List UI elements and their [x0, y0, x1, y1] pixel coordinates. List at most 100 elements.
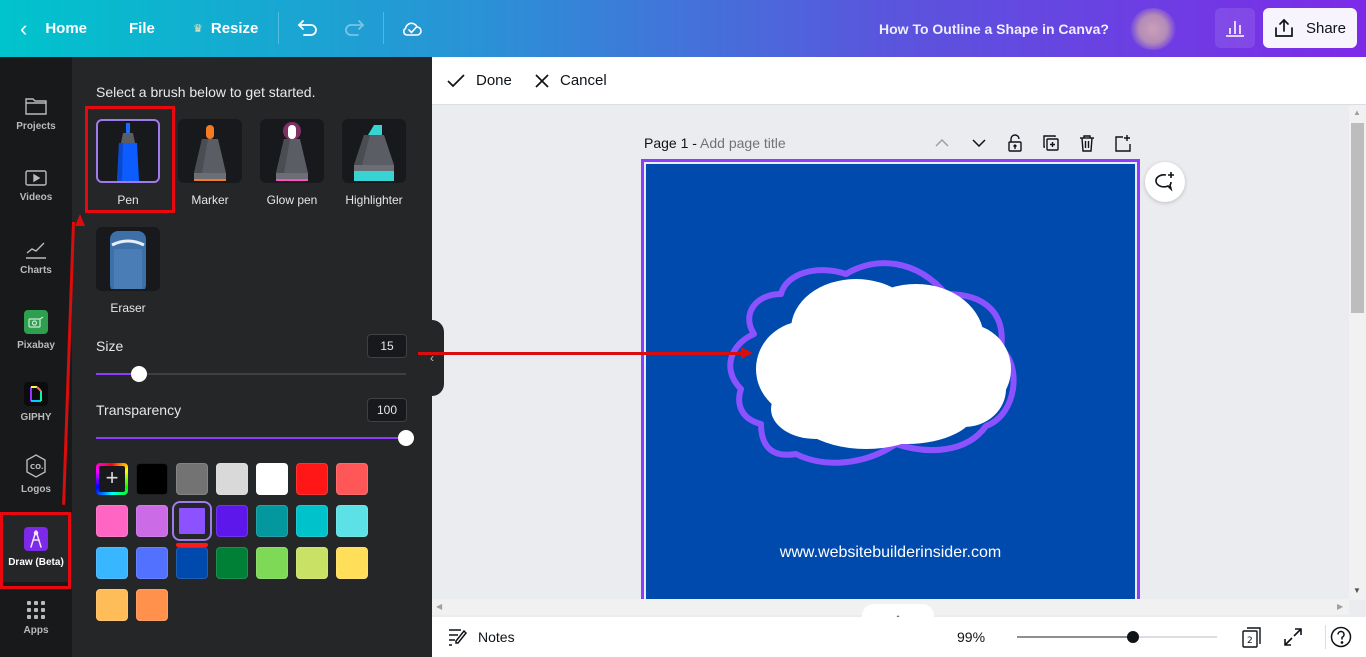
insights-icon [1226, 21, 1244, 37]
color-swatch[interactable] [296, 547, 328, 579]
scrollbar-thumb[interactable] [1351, 123, 1364, 313]
slider-thumb[interactable] [1127, 631, 1139, 643]
color-swatch[interactable] [176, 463, 208, 495]
cloud-drawing[interactable] [646, 164, 1140, 604]
color-swatch[interactable] [336, 505, 368, 537]
page-grid-button[interactable]: 2 [1240, 625, 1264, 649]
color-swatch[interactable] [336, 547, 368, 579]
color-swatch[interactable] [136, 589, 168, 621]
arrowhead-right [741, 347, 753, 359]
pen-icon [96, 119, 160, 183]
rail-item-projects[interactable]: Projects [0, 79, 72, 149]
scroll-left-arrow[interactable]: ◀ [436, 602, 442, 611]
design-page[interactable]: www.websitebuilderinsider.com [641, 159, 1140, 604]
brush-pen[interactable]: Pen [96, 119, 160, 207]
divider [383, 12, 384, 44]
add-comment-button[interactable] [1145, 162, 1185, 202]
rail-item-giphy[interactable]: GIPHY [0, 367, 72, 437]
transparency-value-input[interactable]: 100 [367, 398, 407, 422]
rail-item-draw[interactable]: Draw (Beta) [0, 512, 72, 582]
slider-thumb[interactable] [398, 430, 414, 446]
page-url-text[interactable]: www.websitebuilderinsider.com [646, 544, 1135, 562]
move-page-up-button[interactable] [932, 133, 952, 153]
zoom-percentage[interactable]: 99% [957, 617, 985, 657]
color-swatch[interactable] [216, 463, 248, 495]
size-slider[interactable] [96, 366, 406, 382]
arrowhead-up [75, 214, 85, 226]
cancel-button[interactable]: Cancel [534, 57, 607, 105]
brush-highlighter[interactable]: Highlighter [342, 119, 406, 207]
color-swatch[interactable] [96, 547, 128, 579]
home-button[interactable]: ‹ Home [20, 0, 87, 57]
color-swatch[interactable] [256, 547, 288, 579]
resize-button[interactable]: ♛ Resize [193, 0, 258, 57]
size-value-input[interactable]: 15 [367, 334, 407, 358]
panel-hint: Select a brush below to get started. [96, 84, 316, 100]
color-swatch[interactable] [296, 505, 328, 537]
rail-item-logos[interactable]: CO. Logos [0, 439, 72, 509]
pixabay-icon [24, 309, 48, 334]
brush-eraser[interactable]: Eraser [96, 227, 160, 315]
color-swatch[interactable] [176, 547, 208, 579]
scroll-down-arrow[interactable]: ▼ [1353, 586, 1361, 595]
scroll-up-arrow[interactable]: ▲ [1353, 108, 1361, 117]
fullscreen-button[interactable] [1281, 625, 1305, 649]
brush-glow-pen[interactable]: Glow pen [260, 119, 324, 207]
brush-label: Highlighter [345, 193, 403, 207]
done-button[interactable]: Done [446, 57, 512, 105]
file-menu-button[interactable]: File [129, 0, 155, 57]
giphy-icon [24, 381, 48, 406]
help-icon [1330, 626, 1352, 648]
redo-icon[interactable] [342, 16, 366, 40]
color-swatch[interactable] [296, 463, 328, 495]
crown-icon: ♛ [193, 23, 203, 35]
color-swatch[interactable] [136, 463, 168, 495]
color-swatch[interactable] [256, 505, 288, 537]
folder-icon [25, 97, 47, 115]
page-title-input[interactable]: Add page title [700, 135, 786, 151]
brush-marker[interactable]: Marker [178, 119, 242, 207]
collapse-panel-button[interactable]: ‹ [420, 320, 444, 396]
transparency-slider[interactable] [96, 430, 414, 446]
slider-thumb[interactable] [131, 366, 148, 382]
eraser-icon [96, 227, 160, 291]
delete-page-button[interactable] [1077, 133, 1097, 153]
rail-item-charts[interactable]: Charts [0, 223, 72, 293]
color-swatch[interactable] [256, 463, 288, 495]
notes-icon [449, 629, 468, 646]
close-icon [535, 73, 549, 88]
add-color-button[interactable]: + [96, 463, 128, 495]
rail-item-videos[interactable]: Videos [0, 151, 72, 221]
duplicate-page-button[interactable] [1041, 133, 1061, 153]
color-swatch[interactable] [136, 547, 168, 579]
show-pages-button[interactable]: ‸ [862, 604, 934, 618]
lock-page-button[interactable] [1005, 133, 1025, 153]
add-page-button[interactable] [1113, 133, 1133, 153]
undo-icon[interactable] [296, 16, 320, 40]
share-button[interactable]: Share [1263, 8, 1357, 48]
color-swatch[interactable] [136, 505, 168, 537]
color-swatch[interactable] [336, 463, 368, 495]
avatar[interactable] [1130, 8, 1176, 50]
color-swatch[interactable] [96, 589, 128, 621]
document-title[interactable]: How To Outline a Shape in Canva? [879, 0, 1109, 57]
help-button[interactable] [1329, 625, 1353, 649]
side-rail: Projects Videos Charts Pixabay GIPHY CO.… [0, 57, 72, 657]
move-page-down-button[interactable] [969, 133, 989, 153]
comment-add-icon [1155, 172, 1174, 192]
color-swatch[interactable] [216, 547, 248, 579]
color-swatch[interactable] [176, 505, 208, 537]
rail-item-apps[interactable]: Apps [0, 583, 72, 653]
resize-label: Resize [210, 20, 259, 37]
vertical-scrollbar[interactable]: ▲ ▼ [1349, 105, 1366, 600]
zoom-slider[interactable] [1017, 629, 1217, 645]
notes-button[interactable]: Notes [448, 617, 515, 657]
scroll-right-arrow[interactable]: ▶ [1337, 602, 1343, 611]
page-header[interactable]: Page 1 - Add page title [644, 135, 786, 151]
color-swatch[interactable] [216, 505, 248, 537]
cloud-check-icon[interactable] [400, 16, 424, 40]
rail-item-pixabay[interactable]: Pixabay [0, 295, 72, 365]
insights-button[interactable] [1215, 8, 1255, 48]
color-swatch[interactable] [96, 505, 128, 537]
brush-label: Eraser [110, 301, 146, 315]
